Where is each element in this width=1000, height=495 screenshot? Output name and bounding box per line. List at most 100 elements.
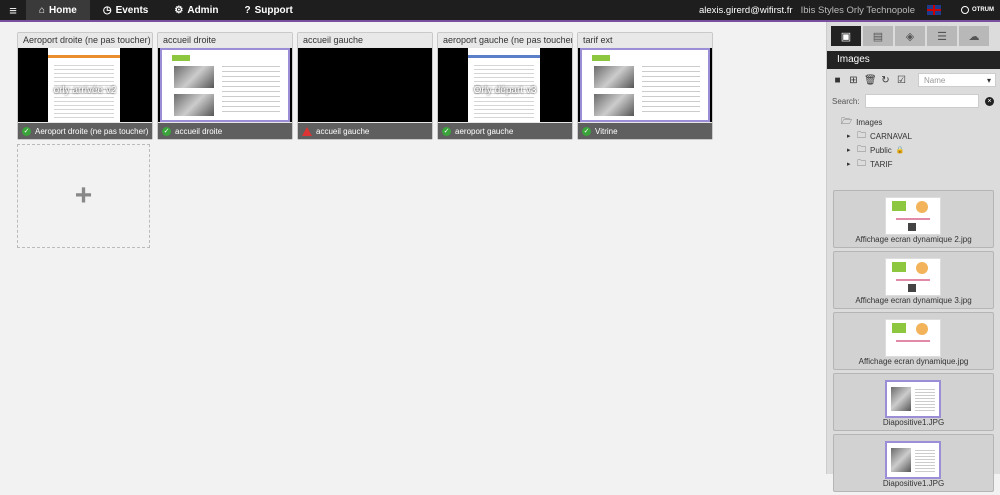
check-icon: ✓	[162, 126, 171, 136]
screen-card[interactable]: Aeroport droite (ne pas toucher) orly ar…	[17, 32, 153, 140]
nav-admin[interactable]: ⚙ Admin	[161, 0, 231, 20]
film-icon[interactable]: ▤	[863, 26, 893, 46]
uk-flag-icon[interactable]	[927, 5, 941, 15]
screen-preview[interactable]	[578, 48, 712, 122]
site-name: Ibis Styles Orly Technopole	[800, 4, 915, 16]
trash-icon[interactable]: 🗑	[864, 75, 877, 86]
status-text: aeroport gauche	[455, 126, 514, 136]
media-thumbnail	[885, 197, 941, 235]
status-text: Vitrine	[595, 126, 618, 136]
media-toolbar: ■ ⊞ 🗑 ↻ ☑ Name	[827, 69, 1000, 91]
nav-home[interactable]: ⌂ Home	[26, 0, 90, 20]
status-text: accueil gauche	[316, 126, 370, 136]
screen-preview[interactable]	[158, 48, 292, 122]
tree-root[interactable]: 🗁 Images	[841, 115, 1000, 129]
screen-card[interactable]: aeroport gauche (ne pas toucher) Orly dé…	[437, 32, 573, 140]
media-thumbnails: Affichage ecran dynamique 2.jpg Affichag…	[833, 190, 994, 495]
brand-logo: OTRUM	[961, 6, 994, 14]
main-nav: ⌂ Home ◷ Events ⚙ Admin ? Support	[26, 0, 306, 20]
nav-support-label: Support	[254, 4, 293, 16]
nav-events-label: Events	[115, 4, 149, 16]
media-item[interactable]: Affichage ecran dynamique 2.jpg	[833, 190, 994, 248]
tree-root-label: Images	[856, 117, 883, 127]
gears-icon: ⚙	[174, 4, 184, 16]
folder-icon: 🗀	[857, 158, 867, 168]
cube-icon[interactable]: ◈	[895, 26, 925, 46]
media-item[interactable]: Affichage ecran dynamique 3.jpg	[833, 251, 994, 309]
media-panel-title: Images	[827, 51, 1000, 69]
screen-card[interactable]: accueil droite ✓ accueil droite	[157, 32, 293, 140]
screen-title: accueil gauche	[298, 33, 432, 47]
plus-icon: +	[74, 179, 93, 212]
status-text: accueil droite	[175, 126, 223, 136]
media-item-label: Affichage ecran dynamique 3.jpg	[855, 296, 972, 305]
media-thumbnail	[885, 441, 941, 479]
media-thumbnail	[885, 319, 941, 357]
caret-right-icon[interactable]: ▸	[847, 132, 853, 140]
tree-item-carnaval[interactable]: ▸ 🗀 CARNAVAL	[841, 129, 1000, 143]
screen-status: ✓ aeroport gauche	[438, 123, 572, 139]
add-icon[interactable]: ⊞	[848, 75, 859, 86]
search-label: Search:	[832, 96, 860, 106]
nav-support[interactable]: ? Support	[231, 0, 305, 20]
nav-admin-label: Admin	[187, 4, 219, 16]
user-email[interactable]: alexis.girerd@wifirst.fr	[699, 5, 793, 16]
media-item[interactable]: Diapositive1.JPG	[833, 434, 994, 492]
media-item-label: Diapositive1.JPG	[882, 418, 945, 427]
tree-item-label: Public	[870, 145, 892, 155]
screen-status: ✓ accueil droite	[158, 123, 292, 139]
list-icon[interactable]: ☰	[927, 26, 957, 46]
tree-item-public[interactable]: ▸ 🗀 Public 🔒	[841, 143, 1000, 157]
caret-right-icon[interactable]: ▸	[847, 146, 853, 154]
screen-preview[interactable]: orly arrivée v2	[18, 48, 152, 122]
top-right-area: alexis.girerd@wifirst.fr Ibis Styles Orl…	[699, 0, 1000, 20]
add-screen-button[interactable]: +	[17, 144, 150, 248]
nav-events[interactable]: ◷ Events	[90, 0, 162, 20]
nav-home-label: Home	[49, 4, 77, 16]
screen-status: ✓ Aeroport droite (ne pas toucher)	[18, 123, 152, 139]
media-thumbnail	[885, 380, 941, 418]
image-icon[interactable]: ▣	[831, 26, 861, 46]
media-thumbnail	[885, 258, 941, 296]
check-square-icon[interactable]: ☑	[896, 75, 907, 86]
search-row: Search: ×	[827, 91, 1000, 111]
screen-preview[interactable]	[298, 48, 432, 122]
question-icon: ?	[244, 4, 251, 16]
cloud-icon[interactable]: ☁	[959, 26, 989, 46]
main-area: Aeroport droite (ne pas toucher) orly ar…	[0, 22, 826, 474]
screen-card[interactable]: tarif ext ✓ Vitrine	[577, 32, 713, 140]
screen-title: accueil droite	[158, 33, 292, 47]
screen-preview[interactable]: Orly départ v3	[438, 48, 572, 122]
media-item[interactable]: Affichage ecran dynamique.jpg	[833, 312, 994, 370]
lock-icon: 🔒	[895, 147, 905, 154]
check-icon: ✓	[442, 126, 451, 136]
check-icon: ✓	[582, 126, 591, 136]
screen-status: ✓ Vitrine	[578, 123, 712, 139]
folder-icon[interactable]: ■	[832, 75, 843, 86]
caret-right-icon[interactable]: ▸	[847, 160, 853, 168]
media-item-label: Diapositive1.JPG	[882, 479, 945, 488]
media-item[interactable]: Diapositive1.JPG	[833, 373, 994, 431]
search-input[interactable]	[864, 94, 979, 108]
media-item-label: Affichage ecran dynamique.jpg	[858, 357, 969, 366]
status-text: Aeroport droite (ne pas toucher)	[35, 126, 149, 136]
screen-title: Aeroport droite (ne pas toucher)	[18, 33, 152, 47]
hamburger-icon[interactable]: ≡	[0, 0, 26, 20]
refresh-icon[interactable]: ↻	[880, 75, 891, 86]
clock-icon: ◷	[102, 4, 112, 16]
screen-card[interactable]: accueil gauche accueil gauche	[297, 32, 433, 140]
sort-select[interactable]: Name	[918, 73, 996, 88]
preview-document	[160, 48, 290, 122]
top-navbar: ≡ ⌂ Home ◷ Events ⚙ Admin ? Support alex…	[0, 0, 1000, 22]
folder-tree: 🗁 Images ▸ 🗀 CARNAVAL ▸ 🗀 Public 🔒 ▸ 🗀 T…	[827, 111, 1000, 171]
warning-icon	[302, 126, 312, 136]
playlist-label: orly arrivée v2	[53, 85, 117, 96]
tree-item-label: CARNAVAL	[870, 131, 912, 141]
media-sidebar: ▣ ▤ ◈ ☰ ☁ Images ■ ⊞ 🗑 ↻ ☑ Name Search: …	[826, 22, 1000, 492]
screen-status: accueil gauche	[298, 123, 432, 139]
playlist-label: Orly départ v3	[473, 85, 537, 96]
clear-icon[interactable]: ×	[985, 96, 994, 106]
tree-item-tarif[interactable]: ▸ 🗀 TARIF	[841, 157, 1000, 171]
brand-name: OTRUM	[972, 7, 994, 13]
screens-list: Aeroport droite (ne pas toucher) orly ar…	[17, 32, 713, 140]
